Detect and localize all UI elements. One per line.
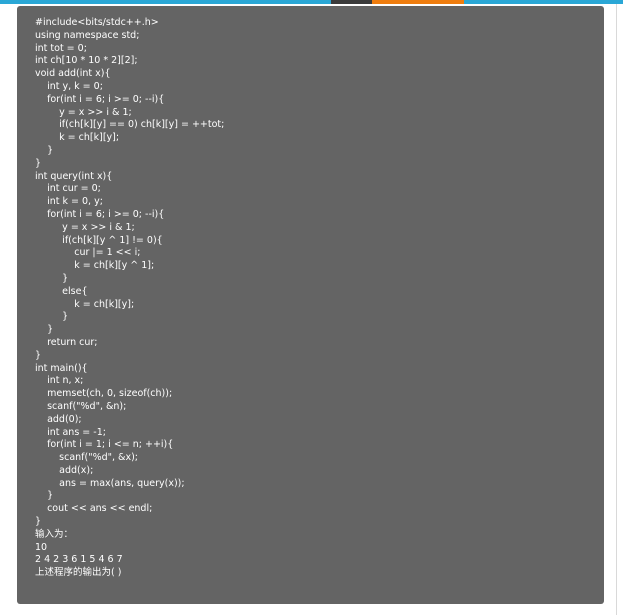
code-line: int main(){ <box>35 362 88 374</box>
code-line: memset(ch, 0, sizeof(ch)); <box>35 388 173 400</box>
input-count: 10 <box>35 541 48 553</box>
code-line: add(0); <box>35 413 82 425</box>
code-line: for(int i = 6; i >= 0; --i){ <box>35 93 165 105</box>
code-line: } <box>35 272 69 284</box>
code-line: cout << ans << endl; <box>35 503 153 515</box>
input-values: 2 4 2 3 6 1 5 4 6 7 <box>35 554 123 566</box>
code-line: y = x >> i & 1; <box>35 221 135 233</box>
code-line: } <box>35 490 54 502</box>
code-line: int y, k = 0; <box>35 80 103 92</box>
input-label: 输入为： <box>35 528 74 540</box>
question-card: #include<bits/stdc++.h> using namespace … <box>17 6 604 604</box>
code-line: } <box>35 516 42 528</box>
code-line: return cur; <box>35 336 98 348</box>
code-line: void add(int x){ <box>35 68 111 80</box>
code-line: scanf("%d", &n); <box>35 400 127 412</box>
code-line: for(int i = 6; i >= 0; --i){ <box>35 208 165 220</box>
code-line: } <box>35 349 42 361</box>
code-line: k = ch[k][y]; <box>35 298 135 310</box>
code-line: #include<bits/stdc++.h> <box>35 17 159 28</box>
code-line: int tot = 0; <box>35 42 87 54</box>
top-accent-strip <box>372 0 464 4</box>
top-color-strip <box>0 0 623 4</box>
top-avatar-thumbnail <box>331 0 372 4</box>
code-line: k = ch[k][y ^ 1]; <box>35 260 155 272</box>
code-line: scanf("%d", &x); <box>35 452 138 464</box>
code-line: ans = max(ans, query(x)); <box>35 477 185 489</box>
question-prompt: 上述程序的输出为( ) <box>35 567 122 579</box>
code-line: y = x >> i & 1; <box>35 106 132 118</box>
code-line: cur |= 1 << i; <box>35 247 141 259</box>
code-line: for(int i = 1; i <= n; ++i){ <box>35 439 174 451</box>
code-line: using namespace std; <box>35 29 140 41</box>
code-line: int ans = -1; <box>35 426 106 438</box>
code-line: int ch[10 * 10 * 2][2]; <box>35 55 138 67</box>
code-line: int k = 0, y; <box>35 196 103 208</box>
code-line: } <box>35 311 69 323</box>
code-line: add(x); <box>35 464 94 476</box>
question-text: 输入为： 10 2 4 2 3 6 1 5 4 6 7 上述程序的输出为( ) <box>35 529 604 580</box>
code-line: if(ch[k][y ^ 1] != 0){ <box>35 234 163 246</box>
code-line: else{ <box>35 285 88 297</box>
code-block: #include<bits/stdc++.h> using namespace … <box>35 17 604 529</box>
code-line: k = ch[k][y]; <box>35 132 120 144</box>
code-line: int n, x; <box>35 375 84 387</box>
right-divider <box>616 4 617 615</box>
code-line: if(ch[k][y] == 0) ch[k][y] = ++tot; <box>35 119 225 131</box>
code-line: } <box>35 157 42 169</box>
code-line: int cur = 0; <box>35 183 101 195</box>
code-line: int query(int x){ <box>35 170 113 182</box>
code-line: } <box>35 324 54 336</box>
code-line: } <box>35 144 54 156</box>
